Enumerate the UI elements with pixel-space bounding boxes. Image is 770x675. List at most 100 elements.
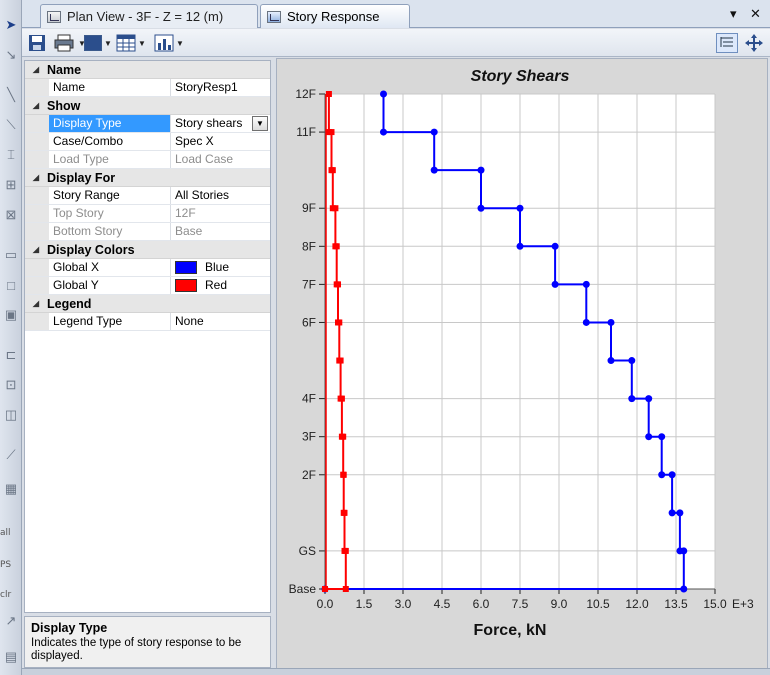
series-point-global-x[interactable] [380, 128, 387, 136]
series-point-global-y[interactable] [342, 547, 349, 554]
draw-link-icon[interactable]: ⟋ [2, 446, 20, 464]
series-point-global-x[interactable] [645, 395, 653, 403]
property-value[interactable]: None [171, 313, 270, 330]
series-point-global-y[interactable] [325, 91, 332, 97]
category-display-for[interactable]: ◢ Display For [25, 169, 270, 187]
series-point-global-x[interactable] [582, 318, 590, 326]
property-row-case-combo[interactable]: Case/Combo Spec X [25, 133, 270, 151]
strip-label-clr[interactable]: clr [0, 590, 11, 600]
table-button[interactable]: ▼ [116, 33, 146, 53]
series-point-global-x[interactable] [516, 242, 524, 250]
draw-opening-icon[interactable]: ⊏ [2, 346, 20, 364]
series-point-global-x[interactable] [668, 509, 676, 517]
draw-cross-brace-icon[interactable]: ⊠ [2, 206, 20, 224]
properties-toggle-button[interactable] [716, 33, 738, 53]
series-point-global-y[interactable] [340, 471, 347, 478]
draw-grid-icon[interactable]: ▦ [2, 480, 20, 498]
property-row-legend-type[interactable]: Legend Type None [25, 313, 270, 331]
series-point-global-y[interactable] [332, 205, 339, 212]
dropdown-arrow-icon[interactable]: ▼ [252, 116, 268, 131]
series-point-global-x[interactable] [607, 357, 615, 365]
chart-type-button[interactable]: ▼ [154, 33, 184, 53]
collapse-triangle-icon[interactable]: ◢ [25, 241, 47, 258]
series-point-global-y[interactable] [340, 433, 347, 440]
property-row-global-y[interactable]: Global Y Red [25, 277, 270, 295]
tab-plan-view[interactable]: Plan View - 3F - Z = 12 (m) [40, 4, 258, 28]
draw-floor-icon[interactable]: ▭ [2, 246, 20, 264]
series-point-global-y[interactable] [333, 243, 340, 250]
series-point-global-x[interactable] [658, 471, 666, 479]
property-row-global-x[interactable]: Global X Blue [25, 259, 270, 277]
tab-list-dropdown-icon[interactable]: ▾ [730, 6, 737, 22]
collapse-triangle-icon[interactable]: ◢ [25, 169, 47, 186]
status-icon[interactable]: ▤ [2, 648, 20, 666]
series-point-global-x[interactable] [668, 471, 676, 479]
strip-label-ps[interactable]: PS [0, 560, 11, 570]
draw-brace-icon[interactable]: ⟍ [2, 116, 20, 134]
category-display-colors[interactable]: ◢ Display Colors [25, 241, 270, 259]
pan-button[interactable] [744, 33, 764, 53]
collapse-triangle-icon[interactable]: ◢ [25, 295, 47, 312]
series-point-global-x[interactable] [477, 166, 485, 174]
strip-label-all[interactable]: all [0, 528, 11, 538]
property-value[interactable]: All Stories [171, 187, 270, 204]
series-point-global-y[interactable] [335, 281, 341, 288]
series-point-global-y[interactable] [341, 509, 348, 516]
draw-line-icon[interactable]: ╲ [2, 86, 20, 104]
property-row-display-type[interactable]: Display Type Story shears ▼ [25, 115, 270, 133]
snap-icon[interactable]: ↗ [2, 612, 20, 630]
series-point-global-y[interactable] [329, 167, 336, 174]
series-point-global-y[interactable] [342, 586, 349, 592]
series-point-global-x[interactable] [645, 433, 653, 441]
series-point-global-x[interactable] [477, 204, 485, 212]
chart-options-button[interactable]: ▼ [84, 33, 112, 53]
series-point-global-x[interactable] [680, 547, 688, 555]
series-point-global-x[interactable] [551, 242, 559, 250]
series-point-global-x[interactable] [628, 357, 636, 365]
series-point-global-y[interactable] [336, 319, 343, 326]
property-value[interactable]: StoryResp1 [171, 79, 270, 96]
draw-column-icon[interactable]: ⌶ [2, 146, 20, 164]
story-response-chart-panel[interactable]: Story Shears 0.0 1.5 3.0 4.5 6.0 7.5 9.0 10.5 12.… [276, 58, 768, 670]
draw-beam-icon[interactable]: ⊞ [2, 176, 20, 194]
collapse-triangle-icon[interactable]: ◢ [25, 97, 47, 114]
property-row-story-range[interactable]: Story Range All Stories [25, 187, 270, 205]
print-button[interactable]: ▼ [54, 33, 86, 53]
series-point-global-x[interactable] [551, 280, 559, 288]
series-point-global-x[interactable] [380, 90, 387, 98]
draw-area-icon[interactable]: □ [2, 276, 20, 294]
collapse-triangle-icon[interactable]: ◢ [25, 61, 47, 78]
property-value[interactable]: Story shears ▼ [171, 115, 270, 132]
draw-panel-icon[interactable]: ⊡ [2, 376, 20, 394]
series-point-global-y[interactable] [322, 586, 328, 592]
draw-wall-icon[interactable]: ▣ [2, 306, 20, 324]
save-button[interactable] [28, 33, 46, 53]
close-icon[interactable]: ✕ [750, 6, 761, 22]
property-value[interactable]: Spec X [171, 133, 270, 150]
series-point-global-y[interactable] [338, 395, 345, 402]
series-point-global-x[interactable] [628, 395, 636, 403]
series-point-global-y[interactable] [337, 357, 344, 364]
series-point-global-x[interactable] [430, 128, 438, 136]
tab-story-response[interactable]: Story Response [260, 4, 410, 28]
property-value[interactable]: Blue [171, 259, 270, 276]
series-point-global-x[interactable] [658, 433, 666, 441]
property-row-name[interactable]: Name StoryResp1 [25, 79, 270, 97]
property-value[interactable]: Red [171, 277, 270, 294]
story-shears-chart[interactable]: Story Shears 0.0 1.5 3.0 4.5 6.0 7.5 9.0 10.5 12.… [277, 59, 767, 669]
color-swatch[interactable] [175, 261, 197, 274]
series-point-global-x[interactable] [676, 509, 684, 517]
series-point-global-x[interactable] [680, 585, 688, 593]
series-point-global-x[interactable] [430, 166, 438, 174]
color-swatch[interactable] [175, 279, 197, 292]
series-point-global-x[interactable] [516, 204, 524, 212]
category-legend[interactable]: ◢ Legend [25, 295, 270, 313]
series-point-global-x[interactable] [607, 318, 615, 326]
reshape-icon[interactable]: ↘ [2, 46, 20, 64]
category-show[interactable]: ◢ Show [25, 97, 270, 115]
category-name[interactable]: ◢ Name [25, 61, 270, 79]
series-point-global-y[interactable] [328, 129, 335, 136]
series-point-global-x[interactable] [582, 280, 590, 288]
select-pointer-icon[interactable]: ➤ [2, 16, 20, 34]
draw-slab-icon[interactable]: ◫ [2, 406, 20, 424]
